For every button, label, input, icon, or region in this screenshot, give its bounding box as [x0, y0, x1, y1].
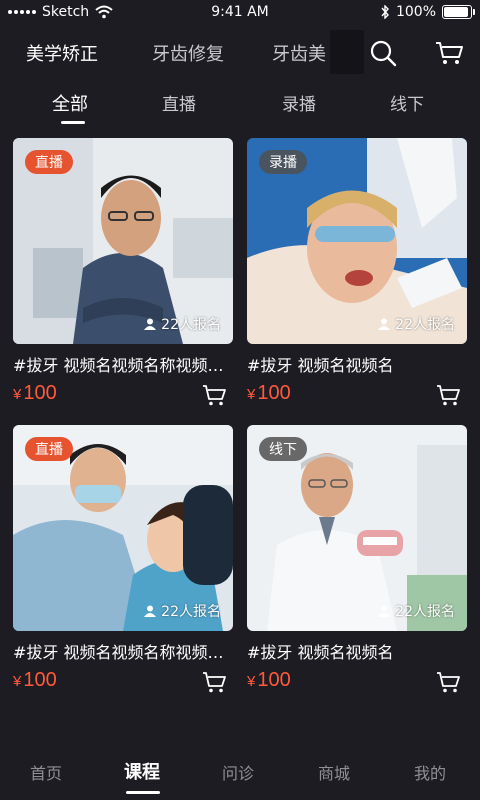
tab-all[interactable]: 全部 — [52, 90, 88, 116]
course-price: ¥100 — [13, 382, 57, 405]
course-title[interactable]: #拔牙 视频名视频名称视频名称 — [13, 639, 233, 663]
person-icon — [378, 318, 391, 330]
course-badge: 录播 — [259, 150, 307, 174]
person-icon — [378, 605, 391, 617]
person-icon — [144, 605, 157, 617]
course-price: ¥100 — [247, 382, 291, 405]
course-badge: 线下 — [259, 437, 307, 461]
enroll-count: 22人报名 — [378, 601, 455, 621]
enroll-label: 22人报名 — [161, 317, 221, 333]
bottom-tab-active-indicator — [126, 791, 160, 794]
course-badge: 直播 — [25, 437, 73, 461]
tab-live[interactable]: 直播 — [162, 90, 196, 115]
course-thumbnail[interactable]: 线下 22人报名 — [247, 425, 467, 631]
bottom-tab-home[interactable]: 首页 — [30, 760, 62, 784]
course-card[interactable]: 直播 22人报名 #拔牙 视频名视频名称视频名称 ¥100 — [13, 138, 233, 408]
bottom-tab-courses[interactable]: 课程 — [124, 758, 160, 784]
tab-offline[interactable]: 线下 — [390, 90, 424, 115]
course-card[interactable]: 线下 22人报名 #拔牙 视频名视频名 ¥100 — [247, 425, 467, 695]
enroll-label: 22人报名 — [161, 604, 221, 620]
course-card[interactable]: 直播 22人报名 #拔牙 视频名视频名称视频名称 ¥100 — [13, 425, 233, 695]
bottom-tab-consult[interactable]: 问诊 — [222, 760, 254, 784]
person-icon — [144, 318, 157, 330]
category-item-1[interactable]: 美学矫正 — [26, 40, 98, 66]
course-card[interactable]: 录播 22人报名 #拔牙 视频名视频名 ¥100 — [247, 138, 467, 408]
filter-tabs: 全部 直播 录播 线下 — [0, 88, 480, 128]
course-thumbnail[interactable]: 直播 22人报名 — [13, 425, 233, 631]
course-badge: 直播 — [25, 150, 73, 174]
course-thumbnail[interactable]: 直播 22人报名 — [13, 138, 233, 344]
price-value: 100 — [257, 382, 291, 404]
category-item-3[interactable]: 牙齿美 — [272, 40, 326, 66]
enroll-label: 22人报名 — [395, 604, 455, 620]
currency-symbol: ¥ — [247, 386, 256, 403]
status-bar: Sketch 9:41 AM 100% — [0, 0, 480, 26]
search-icon[interactable] — [368, 38, 398, 68]
add-to-cart-icon[interactable] — [201, 669, 227, 695]
enroll-label: 22人报名 — [395, 317, 455, 333]
bluetooth-icon — [381, 5, 389, 19]
course-title[interactable]: #拔牙 视频名视频名 — [247, 639, 467, 663]
bottom-tab-mall[interactable]: 商城 — [318, 760, 350, 784]
course-title[interactable]: #拔牙 视频名视频名 — [247, 352, 467, 376]
price-value: 100 — [23, 669, 57, 691]
enroll-count: 22人报名 — [144, 314, 221, 334]
course-price: ¥100 — [247, 669, 291, 692]
category-fade-mask — [330, 30, 364, 74]
category-item-2[interactable]: 牙齿修复 — [152, 40, 224, 66]
tab-recorded[interactable]: 录播 — [282, 90, 316, 115]
course-title[interactable]: #拔牙 视频名视频名称视频名称 — [13, 352, 233, 376]
battery-icon — [442, 5, 475, 19]
cart-icon[interactable] — [434, 38, 464, 68]
course-thumbnail[interactable]: 录播 22人报名 — [247, 138, 467, 344]
currency-symbol: ¥ — [13, 386, 22, 403]
bottom-tab-mine[interactable]: 我的 — [414, 760, 446, 784]
price-value: 100 — [23, 382, 57, 404]
currency-symbol: ¥ — [247, 673, 256, 690]
add-to-cart-icon[interactable] — [201, 382, 227, 408]
course-price: ¥100 — [13, 669, 57, 692]
enroll-count: 22人报名 — [378, 314, 455, 334]
status-right: 100% — [380, 4, 475, 20]
price-value: 100 — [257, 669, 291, 691]
add-to-cart-icon[interactable] — [435, 669, 461, 695]
tab-active-indicator — [61, 121, 85, 124]
battery-percent: 100% — [395, 4, 436, 20]
category-nav: 美学矫正 牙齿修复 牙齿美 — [0, 30, 480, 74]
currency-symbol: ¥ — [13, 673, 22, 690]
enroll-count: 22人报名 — [144, 601, 221, 621]
bottom-tab-bar: 首页 课程 问诊 商城 我的 — [0, 748, 480, 800]
add-to-cart-icon[interactable] — [435, 382, 461, 408]
